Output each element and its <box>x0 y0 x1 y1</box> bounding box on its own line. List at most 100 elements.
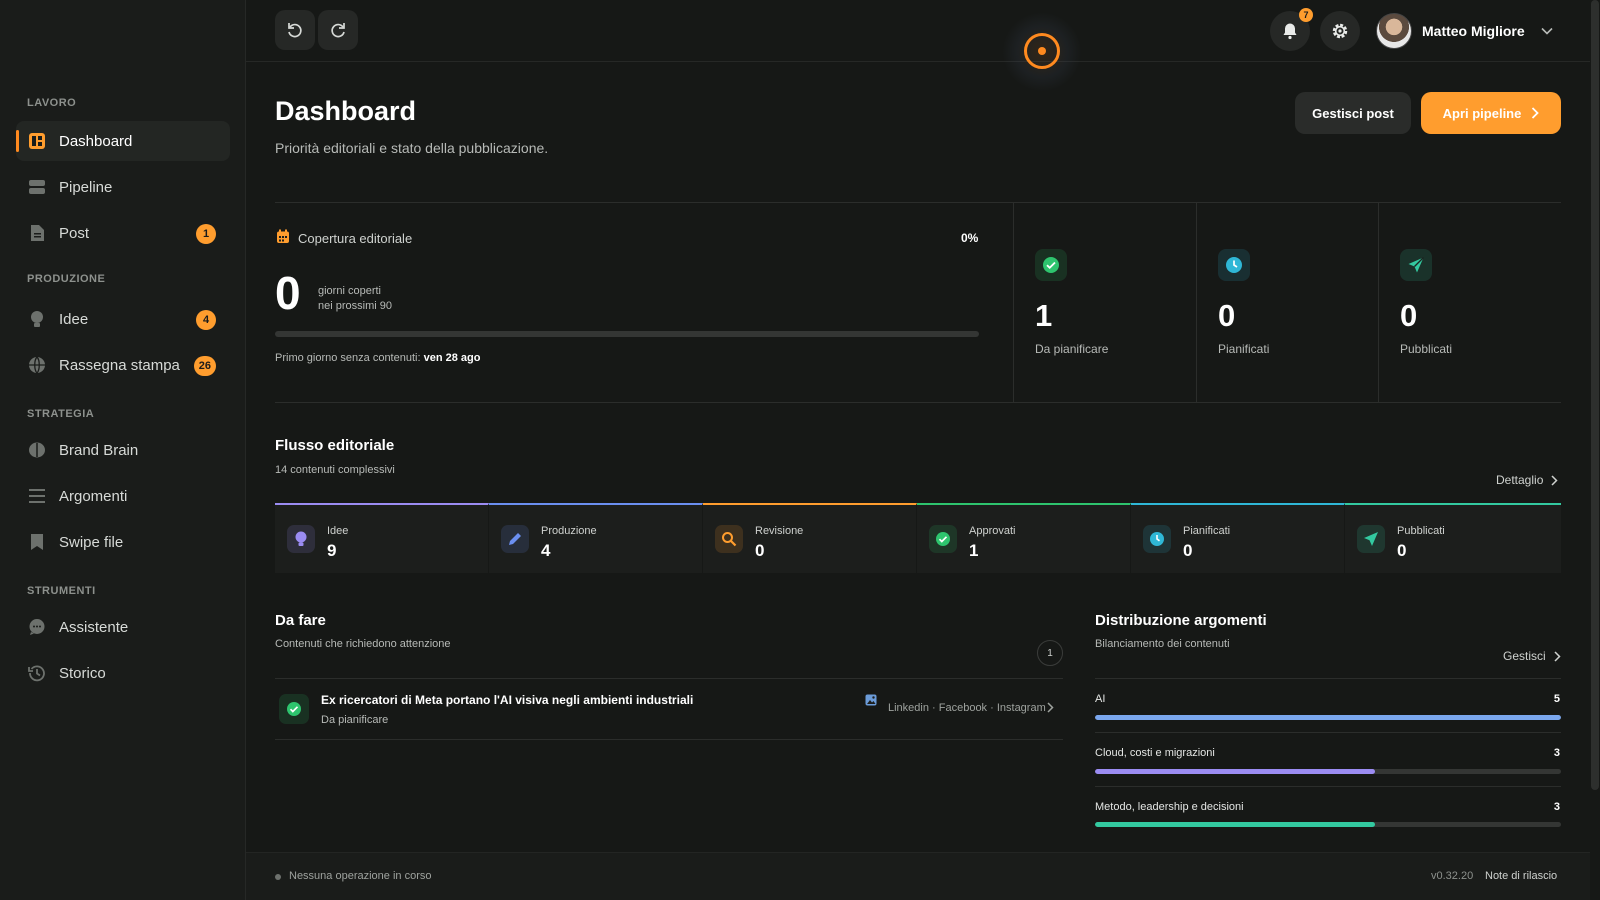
page-subtitle: Priorità editoriali e stato della pubbli… <box>275 140 549 156</box>
document-icon <box>27 223 47 243</box>
flow-stage-label: Idee <box>327 525 349 537</box>
sidebar-item-dashboard[interactable]: Dashboard <box>16 121 230 161</box>
check-circle-icon <box>279 694 309 724</box>
divider <box>275 402 1561 403</box>
flow-stage-revisione[interactable]: Revisione 0 <box>703 503 917 573</box>
chevron-down-icon[interactable] <box>1541 27 1553 35</box>
pencil-icon <box>501 525 529 553</box>
todo-subtitle: Contenuti che richiedono attenzione <box>275 638 451 650</box>
flow-stage-approvati[interactable]: Approvati 1 <box>917 503 1131 573</box>
sidebar-section-produzione: PRODUZIONE <box>27 273 106 285</box>
sidebar-item-assistente[interactable]: Assistente <box>16 607 230 647</box>
status-bar: Nessuna operazione in corso v0.32.20 Not… <box>246 852 1590 900</box>
stat-da-pianificare-value: 1 <box>1035 298 1053 333</box>
flow-stage-value: 1 <box>969 541 979 560</box>
coverage-description: giorni coperti nei prossimi 90 <box>318 284 392 314</box>
divider <box>1378 203 1379 402</box>
notification-count-badge: 7 <box>1299 8 1313 22</box>
redo-button[interactable] <box>318 10 358 50</box>
undo-icon <box>288 23 302 38</box>
topic-bar-fill <box>1095 769 1375 774</box>
stat-pubblicati-label: Pubblicati <box>1400 342 1453 356</box>
release-notes-link[interactable]: Note di rilascio <box>1485 870 1557 882</box>
flow-stage-produzione[interactable]: Produzione 4 <box>489 503 703 573</box>
check-circle-icon <box>1035 249 1067 281</box>
topic-bar <box>1095 715 1561 720</box>
user-name[interactable]: Matteo Migliore <box>1422 23 1525 39</box>
sidebar-item-post[interactable]: Post 1 <box>16 213 230 253</box>
topic-label: Metodo, leadership e decisioni <box>1095 801 1244 813</box>
sidebar-section-strategia: STRATEGIA <box>27 408 95 420</box>
flow-stage-pianificati[interactable]: Pianificati 0 <box>1131 503 1345 573</box>
sidebar-item-brand-brain[interactable]: Brand Brain <box>16 430 230 470</box>
todo-item-title[interactable]: Ex ricercatori di Meta portano l'AI visi… <box>321 693 693 707</box>
sidebar-item-pipeline[interactable]: Pipeline <box>16 167 230 207</box>
open-pipeline-label: Apri pipeline <box>1442 105 1522 121</box>
flow-stage-value: 0 <box>1397 541 1407 560</box>
coverage-percent: 0% <box>961 231 979 245</box>
gear-icon <box>1332 23 1348 39</box>
todo-item-status: Da pianificare <box>321 714 389 726</box>
flow-detail-link[interactable]: Dettaglio <box>1496 473 1558 487</box>
send-icon <box>1357 525 1385 553</box>
distribution-manage-link[interactable]: Gestisci <box>1503 649 1561 663</box>
undo-button[interactable] <box>275 10 315 50</box>
coverage-days-value: 0 <box>275 267 301 319</box>
divider <box>1013 203 1014 402</box>
clock-icon <box>1143 525 1171 553</box>
lightbulb-icon <box>287 525 315 553</box>
avatar[interactable] <box>1376 13 1412 49</box>
chevron-right-icon[interactable] <box>1047 702 1054 713</box>
stat-pianificati-value: 0 <box>1218 298 1236 333</box>
clock-icon <box>1218 249 1250 281</box>
settings-button[interactable] <box>1320 11 1360 51</box>
sidebar-item-label: Assistente <box>59 618 129 636</box>
idee-badge: 4 <box>196 310 216 330</box>
flow-stage-label: Revisione <box>755 525 804 537</box>
divider <box>275 202 1561 203</box>
sidebar-item-label: Idee <box>59 310 89 328</box>
sidebar-item-label: Argomenti <box>59 487 128 505</box>
divider <box>1095 732 1561 733</box>
todo-title: Da fare <box>275 612 326 629</box>
sidebar-section-strumenti: STRUMENTI <box>27 585 96 597</box>
post-badge: 1 <box>196 224 216 244</box>
flow-stage-pubblicati[interactable]: Pubblicati 0 <box>1345 503 1561 573</box>
globe-icon <box>27 355 47 375</box>
pipeline-icon <box>27 177 47 197</box>
distribution-manage-label: Gestisci <box>1503 649 1546 663</box>
sidebar-item-swipe-file[interactable]: Swipe file <box>16 522 230 562</box>
flow-title: Flusso editoriale <box>275 437 395 454</box>
sidebar-item-storico[interactable]: Storico <box>16 653 230 693</box>
open-pipeline-button[interactable]: Apri pipeline <box>1421 92 1561 134</box>
sidebar-item-label: Swipe file <box>59 533 124 551</box>
app-logo-icon <box>1024 33 1060 69</box>
topic-bar <box>1095 822 1561 827</box>
app-version: v0.32.20 <box>1431 870 1474 882</box>
flow-stage-value: 0 <box>1183 541 1193 560</box>
status-text: Nessuna operazione in corso <box>289 870 432 882</box>
flow-stage-label: Pianificati <box>1183 525 1231 537</box>
flow-stage-label: Pubblicati <box>1397 525 1445 537</box>
calendar-icon <box>277 229 289 243</box>
sidebar-item-label: Dashboard <box>59 132 133 150</box>
sidebar-item-idee[interactable]: Idee 4 <box>16 299 230 339</box>
flow-detail-label: Dettaglio <box>1496 473 1544 487</box>
first-empty-day: Primo giorno senza contenuti: ven 28 ago <box>275 352 480 364</box>
notifications-button[interactable]: 7 <box>1270 8 1313 51</box>
first-empty-prefix: Primo giorno senza contenuti: <box>275 352 421 364</box>
sidebar-item-rassegna-stampa[interactable]: Rassegna stampa 26 <box>16 345 230 385</box>
flow-stage-idee[interactable]: Idee 9 <box>275 503 489 573</box>
manage-posts-button[interactable]: Gestisci post <box>1295 92 1411 134</box>
lightbulb-icon <box>27 309 47 329</box>
scrollbar[interactable] <box>1591 0 1599 790</box>
sidebar-item-argomenti[interactable]: Argomenti <box>16 476 230 516</box>
send-icon <box>1400 249 1432 281</box>
topic-count: 3 <box>1553 747 1560 759</box>
search-icon <box>715 525 743 553</box>
image-icon <box>865 694 877 706</box>
topic-label: AI <box>1095 693 1106 705</box>
todo-item-channels: Linkedin · Facebook · Instagram <box>888 702 1046 714</box>
dashboard-icon <box>27 131 47 151</box>
sidebar-item-label: Rassegna stampa <box>59 356 180 374</box>
